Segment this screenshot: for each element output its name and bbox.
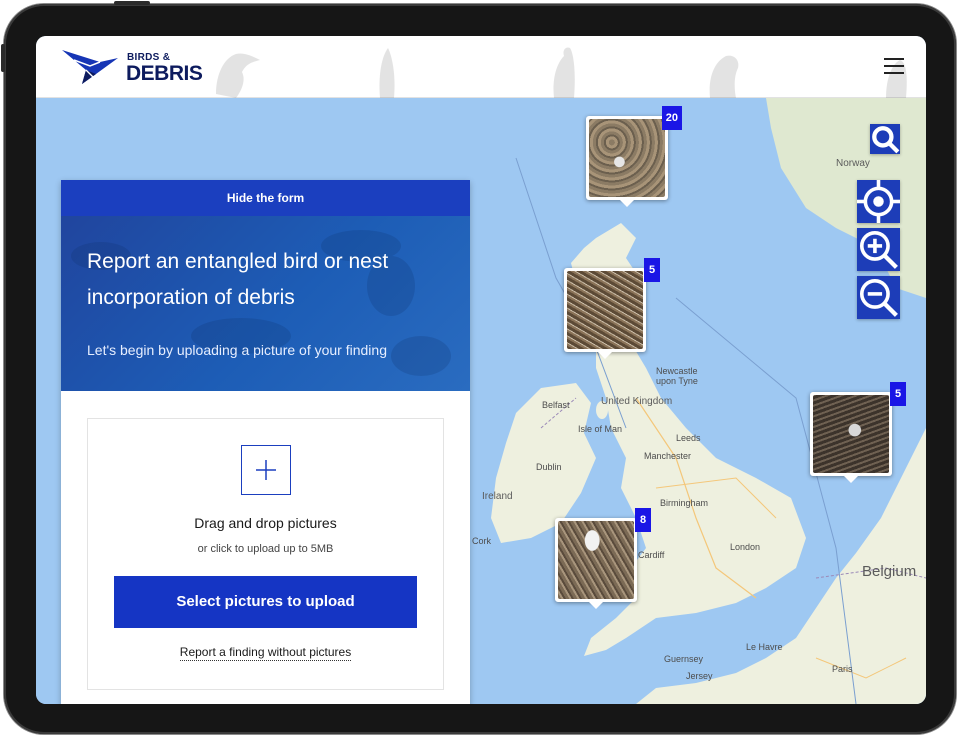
finding-photo bbox=[567, 271, 643, 349]
map-label-cork: Cork bbox=[472, 536, 492, 546]
search-icon bbox=[872, 126, 900, 154]
map-label-manchester: Manchester bbox=[644, 451, 692, 461]
map-label-united-kingdom: United Kingdom bbox=[601, 396, 673, 407]
map-label-cardiff: Cardiff bbox=[638, 550, 665, 560]
select-pictures-button[interactable]: Select pictures to upload bbox=[114, 576, 417, 628]
zoom-out-button[interactable] bbox=[857, 276, 900, 319]
form-subtitle: Let's begin by uploading a picture of yo… bbox=[87, 342, 387, 358]
hide-form-button[interactable]: Hide the form bbox=[61, 180, 470, 216]
map-label-le-havre: Le Havre bbox=[746, 642, 783, 652]
brand-name: DEBRIS bbox=[126, 62, 203, 85]
map-label-paris: Paris bbox=[832, 664, 853, 674]
birds-and-debris-logo[interactable] bbox=[60, 48, 120, 86]
volume-button bbox=[1, 44, 5, 72]
map-label-birmingham: Birmingham bbox=[660, 498, 709, 508]
map-label-london: London bbox=[730, 542, 761, 552]
finding-count-badge: 8 bbox=[635, 508, 651, 532]
report-form-panel: Hide the form Report an entangled bird o… bbox=[61, 180, 470, 704]
decorative-bird-icon bbox=[553, 47, 575, 98]
finding-count-badge: 5 bbox=[644, 258, 660, 282]
map-label-ireland: Ireland bbox=[482, 491, 513, 502]
app-screen: Norway Belfast Isle of Man United Kingdo… bbox=[36, 36, 926, 704]
zoom-in-icon bbox=[859, 230, 898, 269]
finding-marker[interactable]: 20 bbox=[586, 106, 682, 207]
hamburger-menu-icon[interactable] bbox=[884, 58, 904, 76]
finding-count-badge: 20 bbox=[661, 106, 682, 130]
form-title: Report an entangled bird or nest incorpo… bbox=[87, 250, 389, 309]
report-without-pictures-link[interactable]: Report a finding without pictures bbox=[88, 645, 443, 661]
finding-marker[interactable]: 8 bbox=[555, 508, 651, 609]
finding-marker[interactable]: 5 bbox=[810, 382, 906, 483]
add-picture-icon[interactable] bbox=[241, 445, 291, 495]
finding-photo bbox=[558, 521, 634, 599]
map-label-jersey: Jersey bbox=[686, 671, 713, 681]
form-hero: Report an entangled bird or nest incorpo… bbox=[61, 216, 470, 391]
decorative-bird-icon bbox=[379, 48, 395, 98]
search-button[interactable] bbox=[870, 124, 900, 154]
map-label-isle-of-man: Isle of Man bbox=[578, 424, 623, 434]
power-button bbox=[114, 1, 150, 5]
finding-marker[interactable]: 5 bbox=[564, 258, 660, 359]
zoom-out-icon bbox=[859, 278, 898, 317]
map-label-belgium: Belgium bbox=[862, 563, 917, 580]
map-label-newcastle: Newcastle upon Tyne bbox=[656, 366, 698, 386]
map-label-guernsey: Guernsey bbox=[664, 654, 704, 664]
crosshair-icon bbox=[857, 180, 900, 223]
locate-button[interactable] bbox=[857, 180, 900, 223]
finding-photo bbox=[589, 119, 665, 197]
upload-dropzone[interactable]: Drag and drop pictures or click to uploa… bbox=[87, 418, 444, 690]
drop-title: Drag and drop pictures bbox=[194, 515, 337, 531]
report-without-pictures-label[interactable]: Report a finding without pictures bbox=[179, 645, 352, 661]
map-label-belfast: Belfast bbox=[542, 400, 570, 410]
finding-count-badge: 5 bbox=[890, 382, 906, 406]
zoom-in-button[interactable] bbox=[857, 228, 900, 271]
decorative-bird-icon bbox=[709, 55, 739, 98]
drop-subtitle: or click to upload up to 5MB bbox=[197, 543, 334, 555]
top-bar: BIRDS & DEBRIS bbox=[36, 36, 926, 98]
map-label-leeds: Leeds bbox=[676, 433, 701, 443]
map-label-dublin: Dublin bbox=[536, 462, 562, 472]
finding-photo bbox=[813, 395, 889, 473]
map-label-norway: Norway bbox=[836, 158, 870, 169]
decorative-bird-icon bbox=[216, 53, 260, 98]
